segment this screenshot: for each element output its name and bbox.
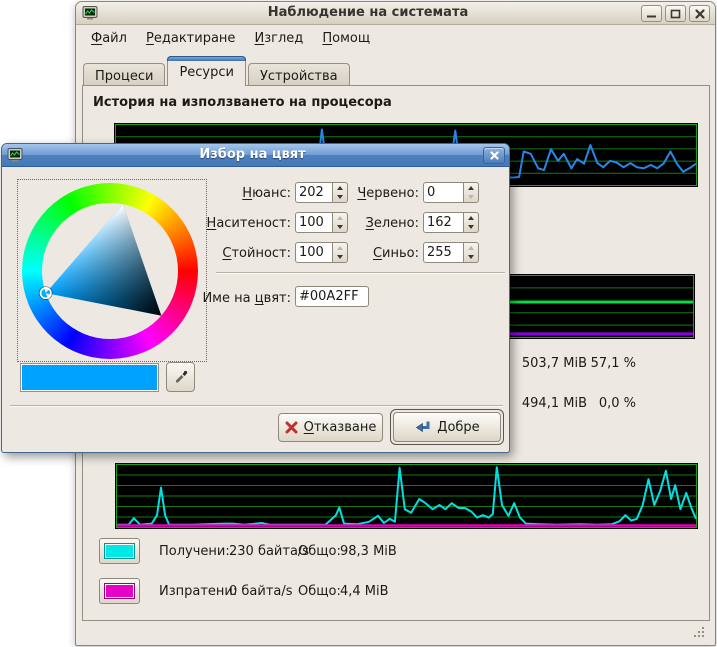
close-button[interactable] xyxy=(689,5,710,22)
value-spin-down[interactable] xyxy=(333,252,347,262)
received-color-button[interactable] xyxy=(99,538,140,564)
memory-used-percent: 57,1 % xyxy=(556,356,636,371)
eyedropper-icon xyxy=(173,369,189,385)
ok-button[interactable]: Добре xyxy=(393,412,501,442)
hue-spin-down[interactable] xyxy=(333,192,347,202)
menu-view[interactable]: Изглед xyxy=(248,26,311,52)
hue-input[interactable] xyxy=(295,182,333,203)
minimize-icon xyxy=(646,9,657,18)
sent-total-label: Общо: xyxy=(298,584,341,599)
eyedropper-button[interactable] xyxy=(166,362,195,392)
resize-grip[interactable] xyxy=(692,625,705,638)
blue-spin-down[interactable] xyxy=(464,252,478,262)
selected-color-swatch xyxy=(22,365,157,390)
green-spinner xyxy=(464,212,479,233)
dialog-app-icon xyxy=(7,147,23,163)
received-label: Получени: xyxy=(159,544,230,559)
red-input[interactable] xyxy=(423,182,464,203)
red-spinner xyxy=(464,182,479,203)
green-input[interactable] xyxy=(423,212,464,233)
green-label: Зелено: xyxy=(348,216,419,231)
menu-help[interactable]: Помощ xyxy=(315,26,377,52)
dialog-titlebar[interactable]: Избор на цвят xyxy=(2,144,509,167)
cancel-x-icon xyxy=(285,421,298,434)
saturation-spinner xyxy=(333,212,348,233)
cancel-button[interactable]: Отказване xyxy=(278,413,383,442)
network-history-chart xyxy=(115,463,698,529)
menu-file[interactable]: Файл xyxy=(84,26,134,52)
value-spinner xyxy=(333,242,348,263)
sent-rate: 0 байта/s xyxy=(229,584,293,599)
system-monitor-app-icon xyxy=(82,5,98,21)
received-total: 98,3 MiB xyxy=(340,544,397,559)
red-label: Червено: xyxy=(348,186,419,201)
sent-total: 4,4 MiB xyxy=(340,584,389,599)
green-spin-down[interactable] xyxy=(464,222,478,232)
maximize-button[interactable] xyxy=(665,5,686,22)
sent-color-swatch xyxy=(104,583,135,599)
selected-color-frame xyxy=(20,363,159,392)
received-total-label: Общо: xyxy=(298,544,341,559)
saturation-spin-down[interactable] xyxy=(333,222,347,232)
maximize-icon xyxy=(670,9,681,19)
red-spin-down[interactable] xyxy=(464,192,478,202)
blue-spinner xyxy=(464,242,479,263)
cancel-button-label: Отказване xyxy=(304,420,377,435)
hue-label: Нюанс: xyxy=(177,186,291,201)
sent-color-button[interactable] xyxy=(99,578,140,604)
dialog-title: Избор на цвят xyxy=(30,147,475,162)
tab-resources[interactable]: Ресурси xyxy=(167,56,246,86)
blue-label: Синьо: xyxy=(348,246,419,261)
close-icon xyxy=(695,9,705,19)
swap-used-percent: 0,0 % xyxy=(556,396,636,411)
ok-button-label: Добре xyxy=(437,420,479,435)
dialog-close-button[interactable] xyxy=(483,147,505,164)
saturation-input[interactable] xyxy=(295,212,333,233)
received-color-swatch xyxy=(104,543,135,559)
fields-separator xyxy=(216,272,505,274)
color-name-label: Име на цвят: xyxy=(177,291,291,306)
blue-input[interactable] xyxy=(423,242,464,263)
cpu-section-title: История на използването на процесора xyxy=(93,95,392,110)
ok-button-focus-ring: Добре xyxy=(390,409,504,445)
hue-spinner xyxy=(333,182,348,203)
sent-label: Изпратени: xyxy=(159,584,237,599)
main-titlebar[interactable]: Наблюдение на системата xyxy=(76,2,715,25)
color-picker-dialog: Избор на цвят Нюанс: Наситеност: xyxy=(1,143,510,453)
action-separator xyxy=(10,405,503,407)
color-name-input[interactable] xyxy=(295,286,369,307)
menu-edit[interactable]: Редактиране xyxy=(139,26,242,52)
saturation-value-triangle[interactable] xyxy=(22,183,198,359)
tabbar: ПроцесиРесурсиУстройства xyxy=(76,54,715,86)
saturation-label: Наситеност: xyxy=(177,216,291,231)
dialog-close-icon xyxy=(490,151,499,160)
menubar: Файл Редактиране Изглед Помощ xyxy=(76,26,715,52)
value-label: Стойност: xyxy=(177,246,291,261)
statusbar xyxy=(78,622,714,645)
minimize-button[interactable] xyxy=(641,5,662,22)
window-title: Наблюдение на системата xyxy=(106,5,630,20)
ok-return-icon xyxy=(414,420,431,434)
value-input[interactable] xyxy=(295,242,333,263)
